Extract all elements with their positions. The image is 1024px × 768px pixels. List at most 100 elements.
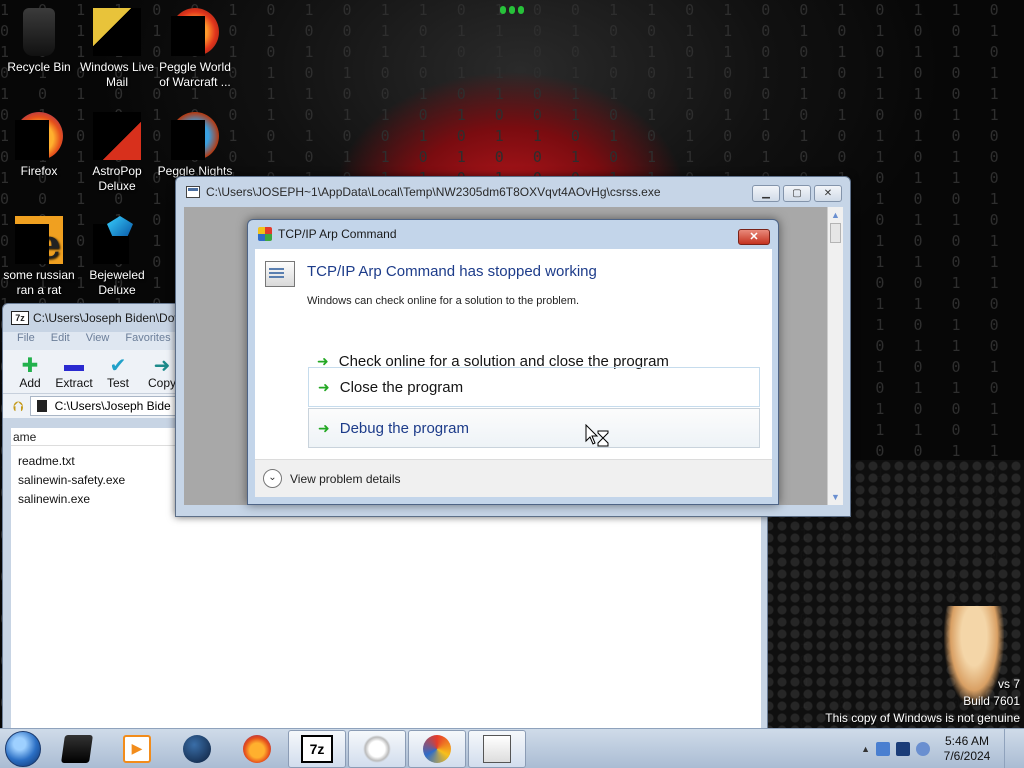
add-label: Add xyxy=(19,376,41,390)
close-program-option[interactable]: ➜ Close the program xyxy=(308,367,760,407)
option-label: Close the program xyxy=(339,378,464,396)
show-desktop-button[interactable] xyxy=(1004,729,1016,768)
desktop-icon-peggle-nights[interactable]: Peggle Nights xyxy=(156,112,234,179)
taskbar-7zip[interactable]: 7z xyxy=(288,729,346,768)
system-tray: ▲ 5:46 AM 7/6/2024 xyxy=(861,729,1024,768)
drive-icon xyxy=(36,400,47,412)
taskbar-console[interactable] xyxy=(468,729,526,768)
add-button[interactable]: ✚ Add xyxy=(11,354,49,391)
option-label: Debug the program xyxy=(339,419,469,437)
debug-program-option[interactable]: ➜ Debug the program xyxy=(308,408,760,448)
console-taskbar-icon xyxy=(483,734,511,763)
zip-address-text: C:\Users\Joseph Bide xyxy=(54,399,171,413)
menu-view[interactable]: View xyxy=(86,332,110,350)
error-dialog-title: TCP/IP Arp Command xyxy=(278,227,397,241)
extract-button[interactable]: ▬ Extract xyxy=(55,353,93,391)
zip-window-title: C:\Users\Joseph Biden\Dov xyxy=(33,311,181,325)
action-center-flag-icon[interactable] xyxy=(876,742,890,756)
network-icon[interactable] xyxy=(896,742,910,756)
genuine-line-build: Build 7601 xyxy=(963,694,1020,708)
desktop-icon-bejeweled[interactable]: Bejeweled Deluxe xyxy=(78,216,156,298)
program-window-icon xyxy=(265,261,295,287)
taskbar-globe-app[interactable] xyxy=(168,730,226,768)
genuine-line-os: vs 7 xyxy=(997,677,1020,691)
desktop-icon-astropop[interactable]: AstroPop Deluxe xyxy=(78,112,156,194)
desktop-icon-rat-file[interactable]: some russian ran a rat xyxy=(0,216,78,298)
desktop-icon-peggle-wow[interactable]: Peggle World of Warcraft ... xyxy=(156,8,234,90)
expand-chevron-icon[interactable]: ⌄ xyxy=(263,469,282,488)
hamster-app-icon xyxy=(363,734,391,763)
copy-label: Copy xyxy=(147,376,176,390)
volume-icon[interactable] xyxy=(916,742,930,756)
taskbar: ▶ 7z ▲ 5:46 AM 7/6/2024 xyxy=(0,728,1024,768)
taskbar-task-manager[interactable] xyxy=(408,729,466,768)
desktop-icon-label: AstroPop Deluxe xyxy=(92,164,142,193)
desktop-icon-windows-live-mail[interactable]: Windows Live Mail xyxy=(78,8,156,90)
clock[interactable]: 5:46 AM 7/6/2024 xyxy=(936,734,998,764)
busy-cursor-icon xyxy=(585,424,609,447)
view-details-link[interactable]: View problem details xyxy=(290,472,401,486)
console-window-controls: ▁ ▢ ✕ xyxy=(752,185,842,202)
scroll-up-icon[interactable]: ▲ xyxy=(828,207,843,223)
windows-orb-icon xyxy=(5,730,41,767)
genuine-line-warning: This copy of Windows is not genuine xyxy=(825,711,1020,725)
test-icon: ✔ xyxy=(109,354,127,377)
extract-icon: ▬ xyxy=(64,353,84,376)
taskbar-hamster-app[interactable] xyxy=(348,729,406,768)
desktop-icon-label: Firefox xyxy=(20,164,58,178)
error-heading-row: TCP/IP Arp Command has stopped working xyxy=(265,261,597,287)
console-window-title: C:\Users\JOSEPH~1\AppData\Local\Temp\NW2… xyxy=(206,185,661,199)
error-dialog-content: TCP/IP Arp Command has stopped working W… xyxy=(255,249,772,497)
start-button[interactable] xyxy=(0,729,46,768)
firefox-taskbar-icon xyxy=(243,734,271,763)
maximize-button[interactable]: ▢ xyxy=(783,185,811,202)
clock-date: 7/6/2024 xyxy=(943,749,991,763)
clock-time: 5:46 AM xyxy=(944,734,990,748)
monitor-chart-icon xyxy=(423,734,451,763)
astropop-icon xyxy=(93,112,141,160)
menu-edit[interactable]: Edit xyxy=(51,332,70,350)
show-hidden-icons-icon[interactable]: ▲ xyxy=(861,744,870,754)
menu-file[interactable]: File xyxy=(17,332,35,350)
add-icon: ✚ xyxy=(21,354,39,377)
error-dialog[interactable]: TCP/IP Arp Command ✕ TCP/IP Arp Command … xyxy=(247,219,779,505)
error-dialog-title-bar[interactable]: TCP/IP Arp Command xyxy=(248,220,778,248)
green-arrow-icon: ➜ xyxy=(318,378,330,395)
scroll-thumb[interactable] xyxy=(830,223,841,243)
bejeweled-icon-wrap xyxy=(93,216,141,264)
test-button[interactable]: ✔ Test xyxy=(99,354,137,391)
genuine-notice: vs 7 Build 7601 This copy of Windows is … xyxy=(825,676,1020,727)
test-label: Test xyxy=(106,376,129,390)
extract-label: Extract xyxy=(55,376,93,390)
console-scrollbar[interactable]: ▲ ▼ xyxy=(827,207,843,505)
desktop-icon-label: some russian ran a rat xyxy=(3,268,75,297)
desktop-icon-recycle-bin[interactable]: Recycle Bin xyxy=(0,8,78,75)
green-arrow-icon: ➜ xyxy=(318,419,330,436)
desktop-icon-firefox[interactable]: Firefox xyxy=(0,112,78,179)
taskbar-media-player[interactable]: ▶ xyxy=(108,730,166,768)
dialog-close-button[interactable]: ✕ xyxy=(738,229,770,245)
desktop-icon-label: Bejeweled Deluxe xyxy=(89,268,145,297)
taskbar-app-black-box[interactable] xyxy=(48,730,106,768)
dialog-footer: ⌄ View problem details xyxy=(255,459,772,497)
peggle-wow-icon xyxy=(171,8,219,56)
desktop-icon-label: Peggle World of Warcraft ... xyxy=(159,60,231,89)
seven-zip-icon: 7z xyxy=(301,734,333,763)
desktop-icon-label: Recycle Bin xyxy=(7,60,71,74)
desktop-icon-label: Windows Live Mail xyxy=(79,60,155,89)
zip-app-icon: 7z xyxy=(11,311,29,325)
console-title-bar[interactable]: C:\Users\JOSEPH~1\AppData\Local\Temp\NW2… xyxy=(176,177,850,207)
minimize-button[interactable]: ▁ xyxy=(752,185,780,202)
menu-favorites[interactable]: Favorites xyxy=(125,332,170,350)
black-box-app-icon xyxy=(61,734,93,763)
windows-shield-icon xyxy=(258,227,272,241)
scroll-down-icon[interactable]: ▼ xyxy=(828,489,843,505)
error-subtext: Windows can check online for a solution … xyxy=(307,295,580,307)
console-app-icon xyxy=(186,186,200,198)
peggle-nights-icon xyxy=(171,112,219,160)
bejeweled-gem-icon xyxy=(107,216,133,236)
media-player-icon: ▶ xyxy=(123,734,151,763)
up-folder-icon[interactable]: ⮉ xyxy=(13,398,24,415)
close-button[interactable]: ✕ xyxy=(814,185,842,202)
taskbar-firefox[interactable] xyxy=(228,730,286,768)
